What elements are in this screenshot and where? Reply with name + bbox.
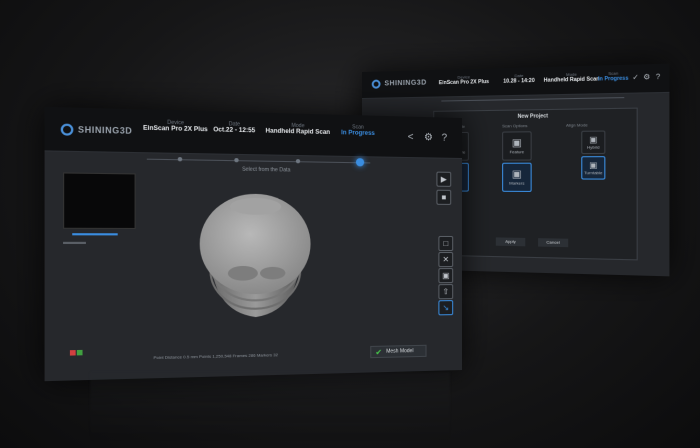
piston-scan-mesh [189,187,321,325]
timeline-dot [296,159,300,163]
back-title-bar: SHINING3D Device EinScan Pro 2X Plus Dat… [362,64,669,99]
cube-icon: ▣ [512,138,522,150]
logo-icon [372,80,381,89]
front-logo: SHINING3D [61,124,133,137]
mesh-model-button[interactable]: ✔ Mesh Model [370,345,426,358]
preview-slider[interactable] [72,233,117,235]
logo-icon [61,124,74,136]
piston-model [189,187,321,325]
brand-name: SHINING3D [78,125,132,136]
apply-button[interactable]: Apply [496,237,525,246]
folder-icon[interactable]: □ [438,236,453,251]
cube-icon: ▣ [512,169,522,180]
dialog-title: New Project [434,112,636,121]
play-icon[interactable]: ▶ [436,172,451,187]
section-label-options: Scan Options [502,123,527,129]
back-timeline [441,97,624,101]
timeline-dot [178,157,182,161]
front-window-reflection [90,372,450,442]
help-icon[interactable]: ? [654,73,663,82]
share-icon[interactable]: < [405,131,417,143]
export-icon[interactable]: ⇧ [438,284,453,299]
check-icon: ✔ [375,347,382,356]
option-feature[interactable]: ▣ Feature [502,131,532,160]
new-project-dialog: New Project Texture Mode Scan Options Al… [433,108,637,261]
back-step-date: Date 10.28 - 14:20 [493,72,546,85]
camera-preview [63,172,136,229]
brand-name: SHINING3D [384,79,426,87]
delete-icon[interactable]: ✕ [438,252,453,267]
preview-label [63,242,86,244]
cube-icon: ▣ [589,160,597,170]
cube-icon: ▣ [589,135,597,145]
save-icon[interactable]: ▣ [438,268,453,283]
status-bar-text: Point Distance 0.5 mm Points 1,250,548 F… [153,349,396,360]
option-markers[interactable]: ▣ Markers [502,163,532,192]
subtitle: Select from the Data [213,166,319,174]
option-hybrid[interactable]: ▣ Hybrid [581,131,605,155]
timeline-dot-active [356,158,364,166]
back-step-scan: Scan In Progress [591,70,635,83]
share-icon[interactable]: ✓ [631,73,640,82]
front-step-scan: Scan In Progress [327,124,388,138]
front-window: SHINING3D Device EinScan Pro 2X Plus Dat… [45,107,462,381]
back-step-device: Device EinScan Pro 2X Plus [433,74,495,87]
gear-icon[interactable]: ⚙ [642,73,651,82]
stop-icon[interactable]: ■ [436,190,451,205]
measure-icon[interactable]: ↘ [438,300,453,315]
option-turntable[interactable]: ▣ Turntable [581,156,605,179]
section-label-align: Align Mode [566,122,588,128]
timeline-dot [234,158,238,162]
axis-gizmo [77,350,83,356]
back-logo: SHINING3D [372,78,427,88]
axis-gizmo [70,350,76,356]
cancel-button[interactable]: Cancel [538,238,568,247]
gear-icon[interactable]: ⚙ [423,131,435,143]
help-icon[interactable]: ? [438,131,450,143]
